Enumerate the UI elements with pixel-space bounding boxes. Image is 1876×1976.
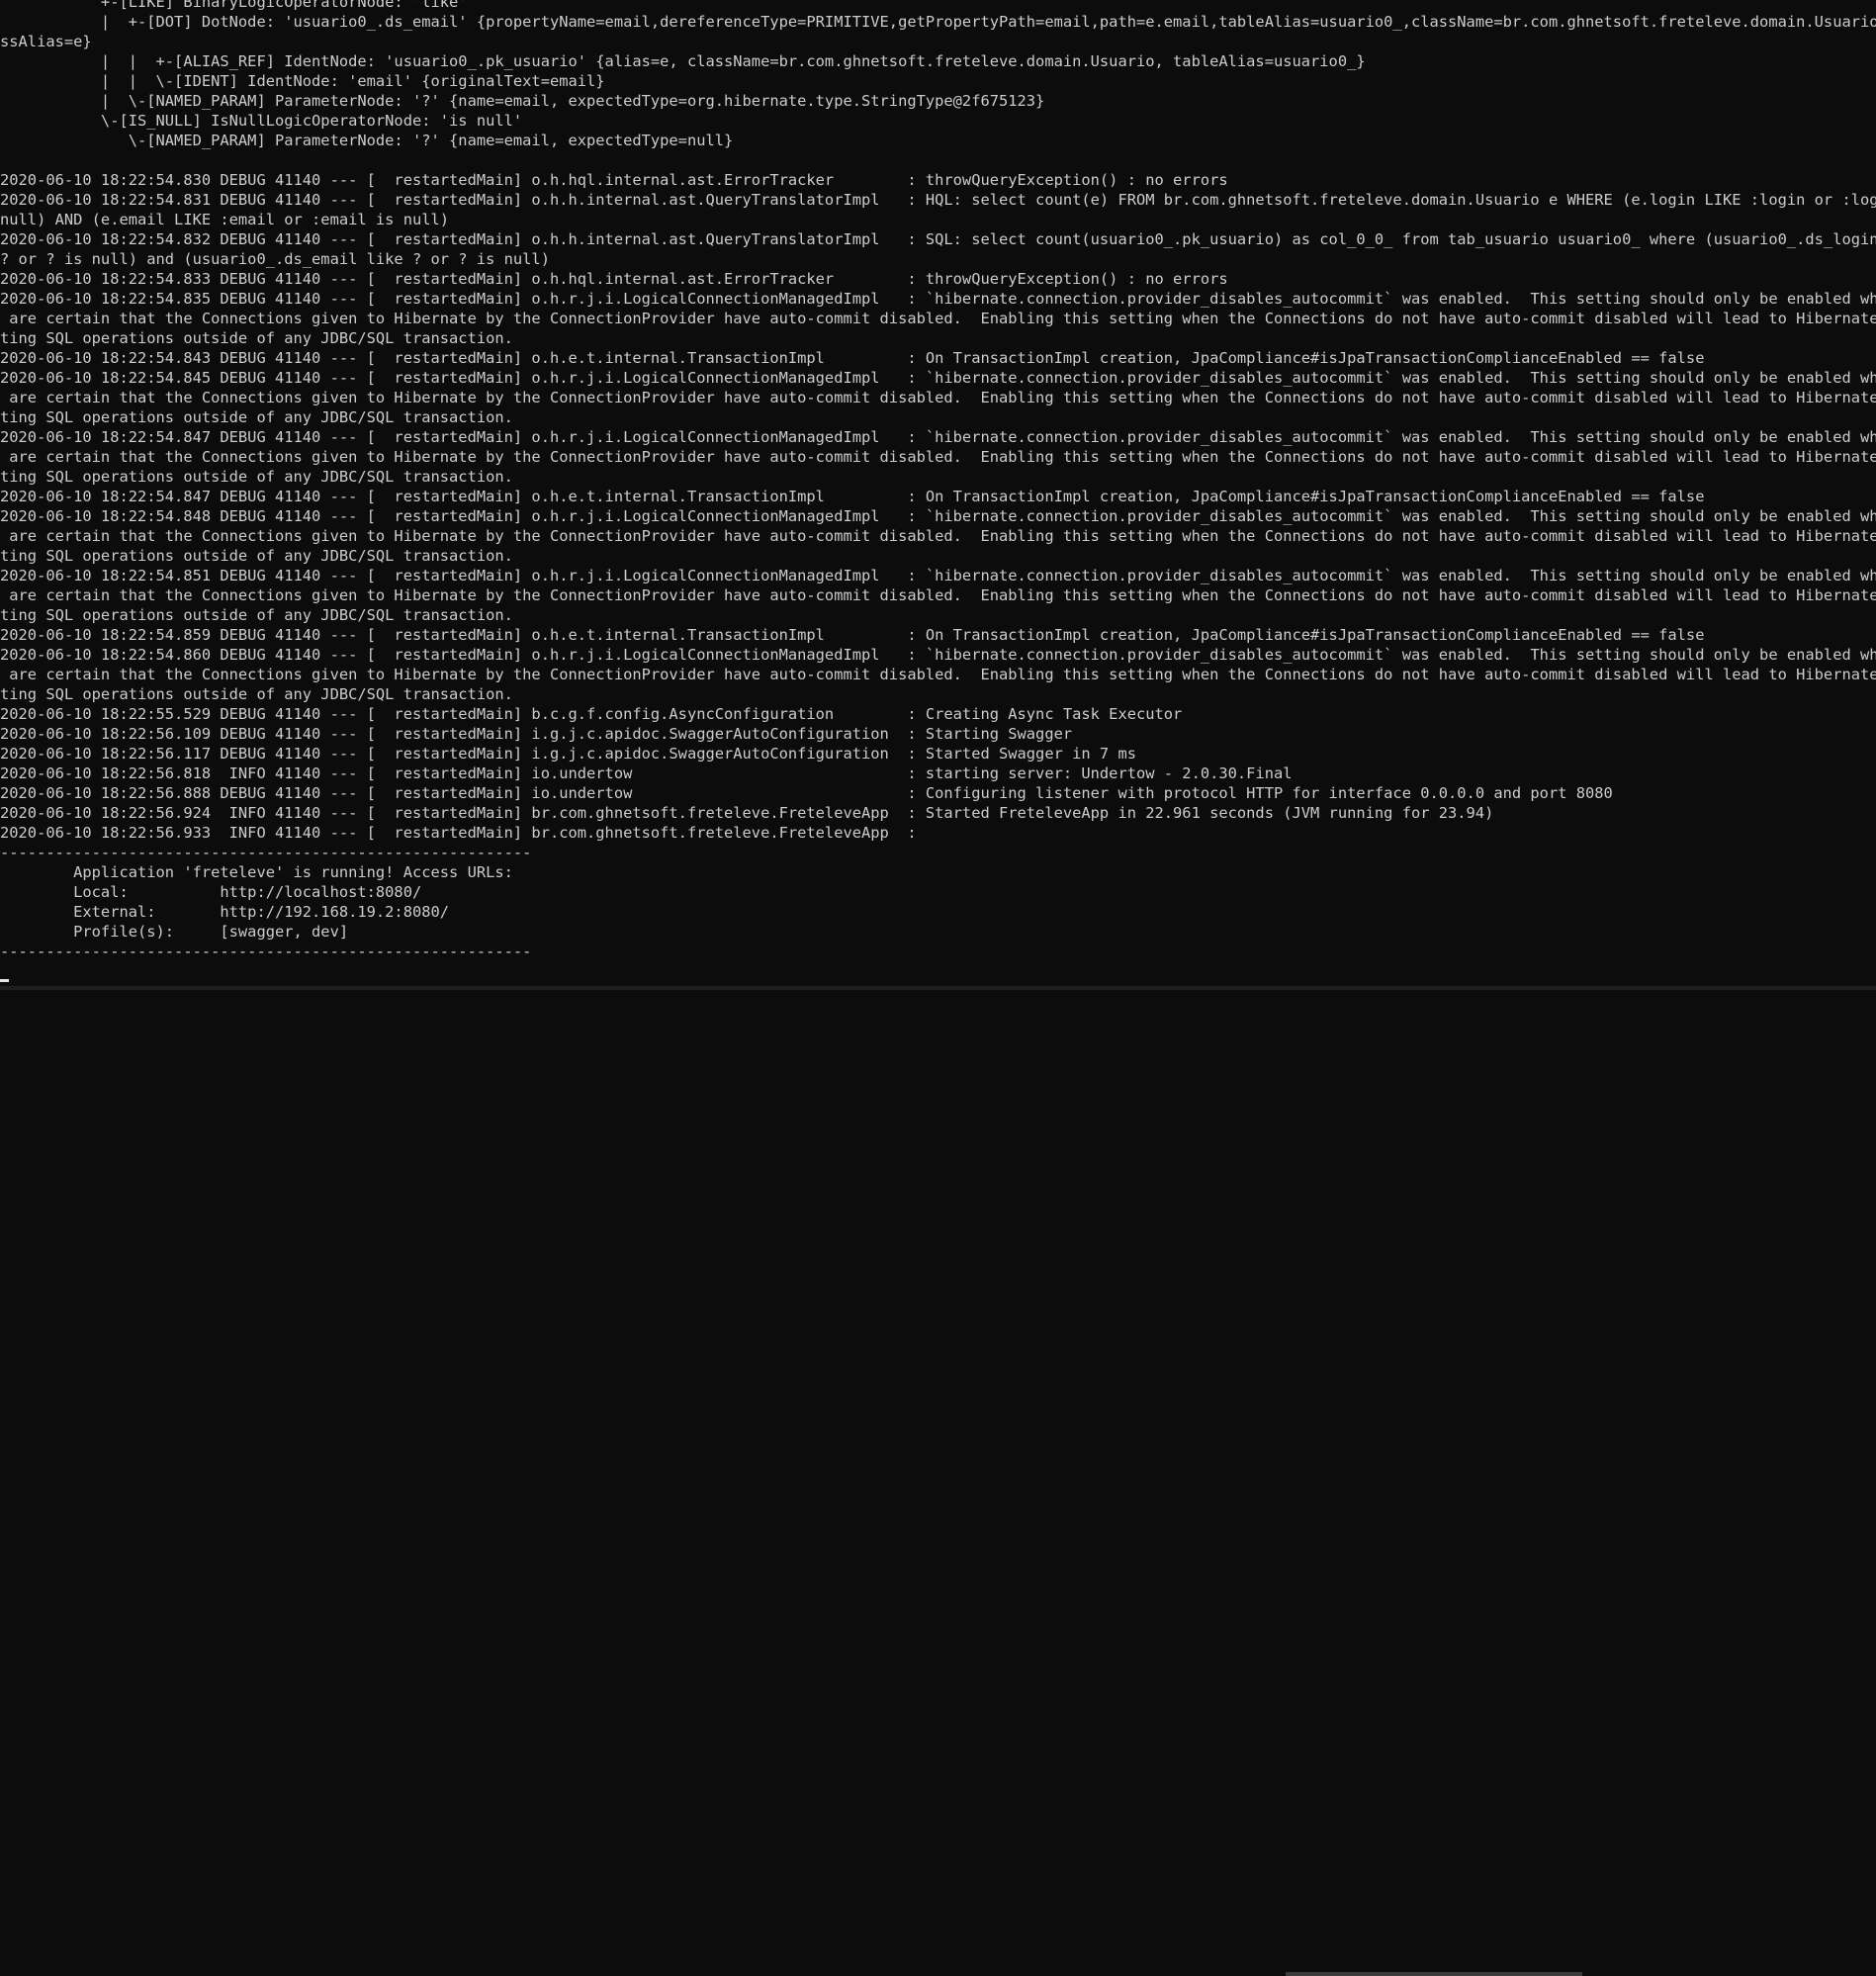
console-line: 2020-06-10 18:22:56.888 DEBUG 41140 --- … — [0, 784, 1613, 802]
console-line: 2020-06-10 18:22:54.851 DEBUG 41140 --- … — [0, 567, 1876, 584]
console-line: 2020-06-10 18:22:56.117 DEBUG 41140 --- … — [0, 745, 1136, 763]
console-line: 2020-06-10 18:22:54.843 DEBUG 41140 --- … — [0, 349, 1705, 367]
console-line: 2020-06-10 18:22:54.847 DEBUG 41140 --- … — [0, 488, 1705, 505]
console-line: \-[NAMED_PARAM] ParameterNode: '?' {name… — [0, 132, 734, 149]
horizontal-scrollbar[interactable] — [0, 986, 1876, 1976]
console-line: ting SQL operations outside of any JDBC/… — [0, 547, 513, 565]
console-line: 2020-06-10 18:22:56.924 INFO 41140 --- [… — [0, 804, 1494, 822]
console-line: +-[LIKE] BinaryLogicOperatorNode: 'like' — [0, 0, 468, 11]
console-line: ssAlias=e} — [0, 33, 92, 50]
console-line: are certain that the Connections given t… — [0, 586, 1876, 604]
console-line: ----------------------------------------… — [0, 943, 532, 960]
console-line: 2020-06-10 18:22:54.845 DEBUG 41140 --- … — [0, 369, 1876, 387]
console-line: Application 'freteleve' is running! Acce… — [0, 863, 513, 881]
console-line: Profile(s): [swagger, dev] — [0, 923, 349, 941]
console-line: 2020-06-10 18:22:54.830 DEBUG 41140 --- … — [0, 171, 1228, 189]
console-line: ----------------------------------------… — [0, 844, 532, 861]
console-line: | | \-[IDENT] IdentNode: 'email' {origin… — [0, 72, 605, 90]
console-line: 2020-06-10 18:22:56.933 INFO 41140 --- [… — [0, 824, 917, 842]
console-line: External: http://192.168.19.2:8080/ — [0, 903, 450, 921]
console-line: are certain that the Connections given t… — [0, 310, 1876, 327]
console-line: | | +-[ALIAS_REF] IdentNode: 'usuario0_.… — [0, 52, 1366, 70]
console-line: Local: http://localhost:8080/ — [0, 883, 422, 901]
console-line: 2020-06-10 18:22:55.529 DEBUG 41140 --- … — [0, 705, 1183, 723]
console-line: are certain that the Connections given t… — [0, 666, 1876, 683]
console-output[interactable]: +-[LIKE] BinaryLogicOperatorNode: 'like'… — [0, 0, 1876, 979]
console-line: ting SQL operations outside of any JDBC/… — [0, 329, 513, 347]
console-line: 2020-06-10 18:22:54.833 DEBUG 41140 --- … — [0, 270, 1228, 288]
console-line: ting SQL operations outside of any JDBC/… — [0, 408, 513, 426]
console-line: | +-[DOT] DotNode: 'usuario0_.ds_email' … — [0, 13, 1876, 31]
console-line: ting SQL operations outside of any JDBC/… — [0, 685, 513, 703]
console-line: \-[IS_NULL] IsNullLogicOperatorNode: 'is… — [0, 112, 523, 130]
text-cursor — [0, 979, 9, 982]
console-line: 2020-06-10 18:22:56.109 DEBUG 41140 --- … — [0, 725, 1073, 743]
console-line: null) AND (e.email LIKE :email or :email… — [0, 211, 450, 228]
console-line: 2020-06-10 18:22:54.860 DEBUG 41140 --- … — [0, 646, 1876, 664]
console-line: are certain that the Connections given t… — [0, 389, 1876, 406]
console-line: 2020-06-10 18:22:54.847 DEBUG 41140 --- … — [0, 428, 1876, 446]
console-line: 2020-06-10 18:22:54.848 DEBUG 41140 --- … — [0, 507, 1876, 525]
console-line: 2020-06-10 18:22:54.859 DEBUG 41140 --- … — [0, 626, 1705, 644]
console-line: ting SQL operations outside of any JDBC/… — [0, 468, 513, 486]
console-line: 2020-06-10 18:22:54.831 DEBUG 41140 --- … — [0, 191, 1876, 209]
console-line: | \-[NAMED_PARAM] ParameterNode: '?' {na… — [0, 92, 1045, 110]
console-line: are certain that the Connections given t… — [0, 527, 1876, 545]
console-line: 2020-06-10 18:22:56.818 INFO 41140 --- [… — [0, 764, 1293, 782]
console-line: 2020-06-10 18:22:54.832 DEBUG 41140 --- … — [0, 230, 1876, 248]
console-line: ting SQL operations outside of any JDBC/… — [0, 606, 513, 624]
scrollbar-thumb[interactable] — [1286, 1972, 1582, 1976]
console-line: are certain that the Connections given t… — [0, 448, 1876, 466]
console-line: 2020-06-10 18:22:54.835 DEBUG 41140 --- … — [0, 290, 1876, 308]
log-lines: +-[LIKE] BinaryLogicOperatorNode: 'like'… — [0, 0, 1876, 961]
console-line: ? or ? is null) and (usuario0_.ds_email … — [0, 250, 550, 268]
